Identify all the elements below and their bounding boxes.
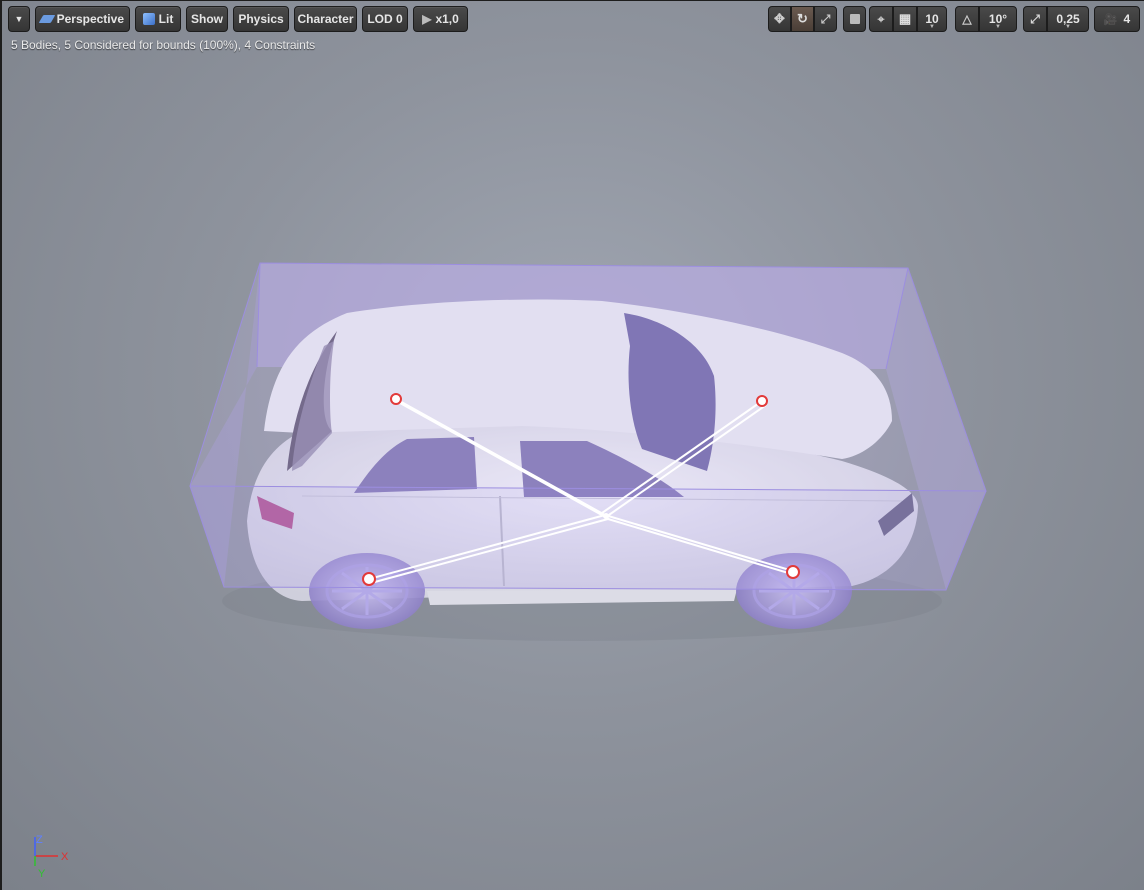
chevron-down-icon: ▼ — [1065, 24, 1071, 30]
viewport[interactable]: ▼ Perspective Lit Show Physics Character… — [0, 0, 1144, 890]
lod-label: LOD 0 — [367, 12, 403, 26]
surface-snap-button[interactable] — [843, 6, 866, 32]
constraint-marker[interactable] — [603, 513, 609, 519]
translate-mode-button[interactable]: ✥ — [768, 6, 791, 32]
perspective-button[interactable]: Perspective — [35, 6, 130, 32]
scale-snap-value-button[interactable]: 0,25 ▼ — [1047, 6, 1089, 32]
lod-button[interactable]: LOD 0 — [362, 6, 408, 32]
scale-snap-toggle[interactable]: ⤢ — [1023, 6, 1047, 32]
physics-stats-text: 5 Bodies, 5 Considered for bounds (100%)… — [11, 38, 316, 52]
surface-group — [843, 6, 866, 32]
transform-mode-group: ✥ ↻ ⤢ — [768, 6, 837, 32]
chevron-down-icon: ▼ — [995, 24, 1001, 30]
grid-icon: ▦ — [898, 11, 912, 26]
axis-x-label: X — [61, 851, 69, 863]
camera-speed-group: 🎥 4 — [1094, 6, 1140, 32]
constraint-marker[interactable] — [362, 572, 376, 586]
rotate-icon: ↻ — [797, 11, 808, 26]
scale-icon: ⤢ — [820, 11, 831, 26]
axis-y-label: Y — [38, 868, 46, 879]
scene-view[interactable] — [2, 1, 1144, 891]
translate-icon: ✥ — [774, 11, 785, 26]
camera-speed-button[interactable]: 🎥 4 — [1094, 6, 1140, 32]
speed-label: x1,0 — [435, 12, 459, 26]
lit-label: Lit — [158, 12, 174, 26]
physics-bounds-front — [189, 262, 987, 591]
grid-snap-toggle[interactable]: ▦ — [893, 6, 917, 32]
rotation-snap-group: △ 10° ▼ — [955, 6, 1017, 32]
axis-gizmo: X Z Y — [34, 834, 69, 879]
rotation-snap-toggle[interactable]: △ — [955, 6, 979, 32]
drop-button[interactable]: ⌖ — [869, 6, 893, 32]
scale-mode-button[interactable]: ⤢ — [814, 6, 837, 32]
constraint-marker[interactable] — [786, 565, 800, 579]
constraint-marker[interactable] — [390, 393, 402, 405]
rotate-mode-button[interactable]: ↻ — [791, 6, 814, 32]
physics-button[interactable]: Physics — [233, 6, 289, 32]
axis-z-label: Z — [36, 834, 43, 846]
lit-button[interactable]: Lit — [135, 6, 181, 32]
camera-speed-value: 4 — [1123, 12, 1131, 26]
play-speed-button[interactable]: ▶ x1,0 — [413, 6, 468, 32]
play-icon: ▶ — [422, 12, 432, 26]
constraint-marker[interactable] — [756, 395, 768, 407]
character-label: Character — [297, 12, 354, 26]
rotation-snap-value-button[interactable]: 10° ▼ — [979, 6, 1017, 32]
character-button[interactable]: Character — [294, 6, 357, 32]
show-button[interactable]: Show — [186, 6, 228, 32]
scale-snap-group: ⤢ 0,25 ▼ — [1023, 6, 1089, 32]
lit-cube-icon — [142, 13, 155, 25]
camera-speed-icon: 🎥 — [1103, 13, 1118, 26]
drop-icon: ⌖ — [877, 11, 885, 26]
physics-label: Physics — [238, 12, 284, 26]
angle-icon: △ — [962, 12, 972, 26]
viewport-options-button[interactable]: ▼ — [8, 6, 30, 32]
scale-snap-icon: ⤢ — [1030, 11, 1040, 26]
perspective-label: Perspective — [56, 12, 124, 26]
chevron-down-icon: ▼ — [14, 14, 24, 24]
grid-snap-group: ⌖ ▦ 10 ▼ — [869, 6, 947, 32]
grid-snap-value-button[interactable]: 10 ▼ — [917, 6, 947, 32]
perspective-icon — [38, 15, 55, 23]
chevron-down-icon: ▼ — [929, 24, 935, 30]
show-label: Show — [191, 12, 223, 26]
viewport-toolbar: ▼ Perspective Lit Show Physics Character… — [2, 6, 1144, 34]
surface-snap-icon — [849, 14, 860, 24]
